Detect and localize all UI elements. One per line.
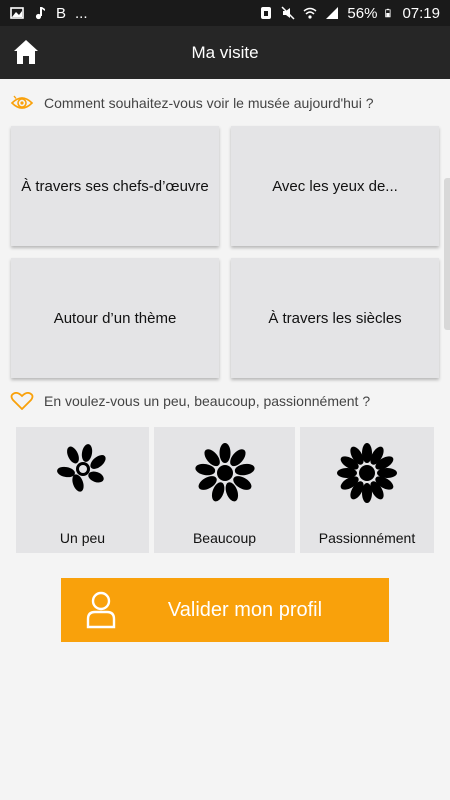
view-option-centuries[interactable]: À travers les siècles xyxy=(231,258,439,378)
signal-icon xyxy=(326,7,339,19)
battery-icon xyxy=(385,8,391,18)
music-note-icon xyxy=(35,7,45,20)
amount-option-beaucoup[interactable]: Beaucoup xyxy=(154,427,295,553)
amount-option-un-peu[interactable]: Un peu xyxy=(16,427,149,553)
validate-profile-label: Valider mon profil xyxy=(167,598,323,621)
love-section-header: En voulez-vous un peu, beaucoup, passion… xyxy=(10,392,370,410)
app-bar: Ma visite xyxy=(0,26,450,79)
home-icon[interactable] xyxy=(12,38,40,66)
page-title: Ma visite xyxy=(191,42,259,62)
mute-icon xyxy=(281,6,295,20)
amount-label: Un peu xyxy=(59,530,106,546)
scroll-indicator[interactable] xyxy=(444,178,450,330)
wifi-icon xyxy=(303,7,317,19)
eye-icon xyxy=(10,95,34,109)
amount-option-passionnement[interactable]: Passionnément xyxy=(300,427,434,553)
view-option-eyes-of[interactable]: Avec les yeux de... xyxy=(231,126,439,246)
view-option-theme[interactable]: Autour d’un thème xyxy=(11,258,219,378)
view-option-label: Autour d’un thème xyxy=(53,309,177,327)
battery-percent: 56% xyxy=(347,4,378,22)
view-option-label: À travers ses chefs-d’œuvre xyxy=(21,177,209,195)
view-option-masterpieces[interactable]: À travers ses chefs-d’œuvre xyxy=(11,126,219,246)
amount-label: Passionnément xyxy=(318,530,416,546)
view-option-label: À travers les siècles xyxy=(268,309,402,327)
clock: 07:19 xyxy=(402,4,440,22)
amount-label: Beaucoup xyxy=(192,530,257,546)
view-section-question: Comment souhaitez-vous voir le musée auj… xyxy=(44,95,374,111)
daisy-full-petals-icon xyxy=(337,443,397,503)
view-section-header: Comment souhaitez-vous voir le musée auj… xyxy=(10,94,374,112)
status-text-b: B xyxy=(56,4,67,22)
daisy-few-petals-icon xyxy=(56,444,106,492)
alarm-icon xyxy=(261,7,272,19)
daisy-many-petals-icon xyxy=(194,443,255,502)
view-option-label: Avec les yeux de... xyxy=(272,177,398,195)
image-icon xyxy=(10,7,24,19)
status-bar: B ... 56% 07:19 xyxy=(0,0,450,26)
validate-profile-button[interactable]: Valider mon profil xyxy=(61,578,389,642)
heart-icon xyxy=(10,392,34,410)
status-more-dots: ... xyxy=(75,4,88,22)
love-section-question: En voulez-vous un peu, beaucoup, passion… xyxy=(44,393,371,409)
